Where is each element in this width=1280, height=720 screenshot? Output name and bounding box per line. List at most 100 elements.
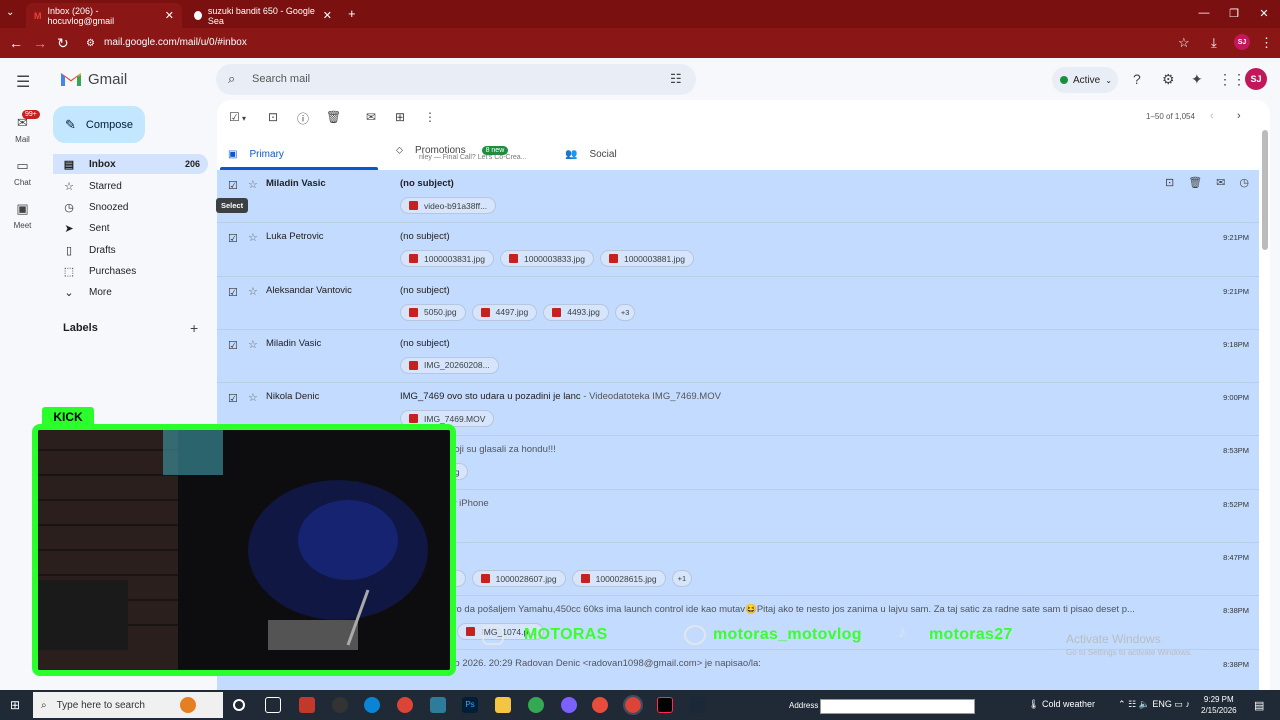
task-view-icon[interactable] xyxy=(265,697,281,713)
chrome-profile-icon[interactable] xyxy=(528,697,544,713)
rail-mail[interactable]: ✉ Mail xyxy=(0,115,45,144)
add-label-icon[interactable]: + xyxy=(190,320,198,336)
row-checkbox-icon[interactable]: ☑ xyxy=(228,179,238,192)
sidebar-item-purchases[interactable]: ⬚ Purchases xyxy=(53,261,208,281)
site-info-icon[interactable]: ⚙ xyxy=(86,38,95,49)
mark-read-icon[interactable]: ✉ xyxy=(366,110,376,124)
forward-icon[interactable]: → xyxy=(33,35,47,51)
taskbar-clock[interactable]: 9:29 PM 2/15/2026 xyxy=(1201,694,1237,716)
email-row[interactable]: ☑ ☆ Aleksandar Vantovic (no subject) 9:21PM 5… xyxy=(217,276,1259,330)
next-page-icon[interactable]: › xyxy=(1237,110,1241,122)
more-options-icon[interactable]: ⋮ xyxy=(424,110,436,124)
prev-page-icon[interactable]: ‹ xyxy=(1210,110,1214,122)
app-icon[interactable] xyxy=(299,697,315,713)
restore-icon[interactable]: ❐ xyxy=(1226,7,1242,20)
tab-social[interactable]: 👥 Social xyxy=(565,140,617,168)
browser-menu-icon[interactable]: ⋮ xyxy=(1260,35,1273,51)
taskbar-address-input[interactable] xyxy=(820,699,975,714)
browser-profile-avatar[interactable]: SJ xyxy=(1234,34,1250,50)
delete-icon[interactable]: 🗑 xyxy=(1188,176,1202,189)
star-icon[interactable]: ☆ xyxy=(248,391,258,404)
app-icon[interactable] xyxy=(561,697,577,713)
select-all-checkbox-icon[interactable]: ☑ ▾ xyxy=(229,110,246,124)
sidebar-item-starred[interactable]: ☆ Starred xyxy=(53,176,208,196)
status-active-button[interactable]: Active ⌄ xyxy=(1052,67,1118,93)
more-attachments-chip[interactable]: +1 xyxy=(671,570,693,588)
star-icon[interactable]: ☆ xyxy=(248,338,258,351)
tiktok-app-icon[interactable] xyxy=(657,697,673,713)
attachment-chip[interactable]: 1000028607.jpg xyxy=(471,570,566,588)
minimize-icon[interactable]: — xyxy=(1196,7,1212,19)
archive-icon[interactable]: ⊡ xyxy=(1165,176,1174,189)
help-icon[interactable]: ? xyxy=(1133,71,1141,87)
rail-chat[interactable]: ▭ Chat xyxy=(0,158,45,187)
sidebar-item-more[interactable]: ⌄ More xyxy=(53,282,208,302)
close-tab-icon[interactable]: ✕ xyxy=(323,9,332,22)
sidebar-item-inbox[interactable]: ▤ Inbox 206 xyxy=(53,154,208,174)
new-tab-icon[interactable]: + xyxy=(348,6,356,21)
sidebar-item-sent[interactable]: ➤ Sent xyxy=(53,218,208,238)
bookmark-star-icon[interactable]: ☆ xyxy=(1178,35,1190,51)
gemini-sparkle-icon[interactable]: ✦ xyxy=(1191,71,1203,88)
tab-inbox[interactable]: M Inbox (206) - hocuvlog@gmail ✕ xyxy=(26,3,182,28)
snooze-icon[interactable]: ◷ xyxy=(1239,176,1249,189)
photoshop-icon[interactable]: Ps xyxy=(462,697,478,713)
delete-icon[interactable]: 🗑 xyxy=(326,110,341,124)
app-icon[interactable] xyxy=(430,697,446,713)
tab-primary[interactable]: ▣ Primary xyxy=(228,140,284,168)
star-icon[interactable]: ☆ xyxy=(248,231,258,244)
attachment-chip[interactable]: IMG_20260208... xyxy=(400,356,499,374)
weather-widget[interactable]: 🌡 Cold weather xyxy=(1028,699,1095,710)
back-icon[interactable]: ← xyxy=(9,35,23,51)
app-icon[interactable] xyxy=(332,697,348,713)
settings-gear-icon[interactable]: ⚙ xyxy=(1162,71,1175,88)
move-to-icon[interactable]: ⊞ xyxy=(395,110,405,124)
apps-grid-icon[interactable]: ⋮⋮ xyxy=(1218,71,1246,88)
windows-start-icon[interactable]: ⊞ xyxy=(10,698,20,712)
attachment-chip[interactable]: 1000003881.jpg xyxy=(599,250,694,268)
row-checkbox-icon[interactable]: ☑ xyxy=(228,392,238,405)
close-tab-icon[interactable]: ✕ xyxy=(165,9,174,22)
attachment-chip[interactable]: video-b91a38ff... xyxy=(400,197,497,214)
system-tray[interactable]: ⌃ ☷ 🔈 ENG ▭ ♪ xyxy=(1118,699,1190,710)
compose-button[interactable]: ✎ Compose xyxy=(53,106,145,143)
app-icon[interactable] xyxy=(592,697,608,713)
account-avatar[interactable]: SJ xyxy=(1245,68,1267,90)
cortana-icon[interactable] xyxy=(233,699,245,711)
search-input[interactable]: Search mail xyxy=(252,73,310,85)
attachment-chip[interactable]: 4493.jpg xyxy=(543,303,609,321)
email-row[interactable]: ☑ ☆ Luka Petrovic (no subject) 9:21PM 1000003… xyxy=(217,223,1259,277)
star-icon[interactable]: ☆ xyxy=(248,178,258,191)
search-options-icon[interactable]: ☷ xyxy=(670,71,682,87)
url-field[interactable]: mail.google.com/mail/u/0/#inbox xyxy=(104,37,247,48)
row-checkbox-icon[interactable]: ☑ xyxy=(228,339,238,352)
download-icon[interactable]: ⤓ xyxy=(1211,35,1217,51)
tab-search-icon[interactable]: ⌄ xyxy=(6,7,14,18)
notification-icon[interactable]: ▤ xyxy=(1254,699,1264,712)
star-icon[interactable]: ☆ xyxy=(248,285,258,298)
row-checkbox-icon[interactable]: ☑ xyxy=(228,286,238,299)
tab-google-search[interactable]: suzuki bandit 650 - Google Sea ✕ xyxy=(186,3,340,28)
file-explorer-icon[interactable] xyxy=(495,697,511,713)
archive-icon[interactable]: ⊡ xyxy=(268,110,278,124)
more-attachments-chip[interactable]: +3 xyxy=(614,303,636,321)
chrome-active-icon[interactable] xyxy=(623,695,643,715)
sidebar-item-snoozed[interactable]: ◷ Snoozed xyxy=(53,197,208,217)
search-icon[interactable]: ⌕ xyxy=(228,71,235,87)
email-row[interactable]: ☑ ☆ Miladin Vasic (no subject) video-b91a38f… xyxy=(217,170,1259,224)
report-spam-icon[interactable]: ⓘ xyxy=(297,110,309,127)
main-menu-icon[interactable]: ☰ xyxy=(16,72,30,92)
scrollbar[interactable] xyxy=(1262,130,1268,250)
attachment-chip[interactable]: 1000003831.jpg xyxy=(400,250,494,268)
basketball-app-icon[interactable] xyxy=(180,697,196,713)
email-row[interactable]: ☑ ☆ Miladin Vasic (no subject) 9:18PM IMG_202… xyxy=(217,329,1259,384)
chrome-icon[interactable] xyxy=(397,697,413,713)
reload-icon[interactable]: ↻ xyxy=(57,35,69,52)
attachment-chip[interactable]: 1000028615.jpg xyxy=(571,570,666,588)
row-checkbox-icon[interactable]: ☑ xyxy=(228,232,238,245)
sidebar-item-drafts[interactable]: ▯ Drafts xyxy=(53,240,208,260)
mark-unread-icon[interactable]: ✉ xyxy=(1216,176,1225,189)
edge-icon[interactable] xyxy=(364,697,380,713)
close-window-icon[interactable]: ✕ xyxy=(1256,7,1272,20)
attachment-chip[interactable]: 1000003833.jpg xyxy=(499,250,594,268)
